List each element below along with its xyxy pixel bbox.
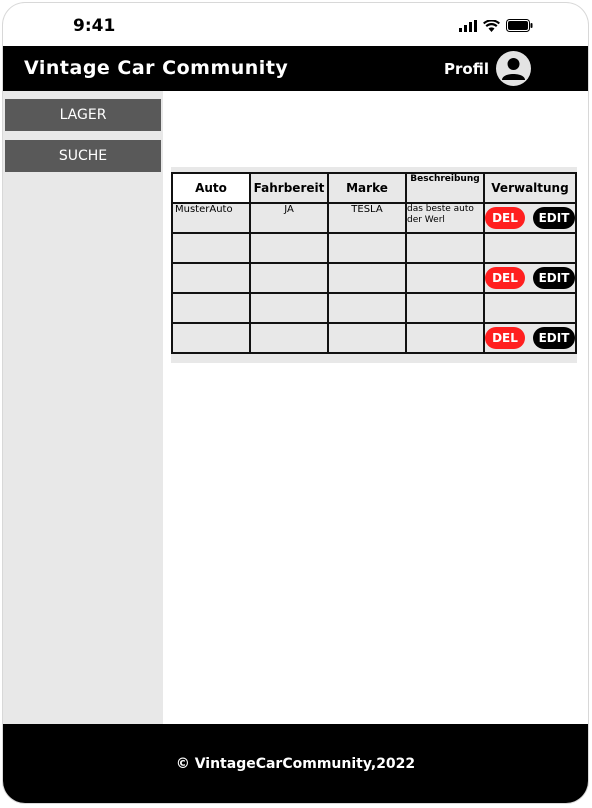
sidebar-item-suche[interactable]: SUCHE	[5, 140, 161, 172]
sidebar-item-label: SUCHE	[58, 148, 108, 164]
cell-auto	[171, 262, 251, 294]
app-header: Vintage Car Community Profil	[3, 46, 588, 91]
cell-beschreibung: das beste auto der Werl	[405, 202, 485, 234]
cell-actions: DEL EDIT	[483, 262, 577, 294]
cell-marke	[327, 322, 407, 354]
cell-actions	[483, 292, 577, 324]
app-footer: © VintageCarCommunity,2022	[3, 724, 588, 803]
table-row	[171, 292, 577, 324]
car-table-panel: Auto Fahrbereit Marke Beschreibung Verwa…	[171, 167, 577, 363]
table-row: DEL EDIT	[171, 262, 577, 294]
edit-button[interactable]: EDIT	[533, 327, 574, 349]
edit-button[interactable]: EDIT	[533, 267, 574, 289]
cell-fahrbereit	[249, 322, 329, 354]
table-header-row: Auto Fahrbereit Marke Beschreibung Verwa…	[171, 172, 577, 204]
cell-auto: MusterAuto	[171, 202, 251, 234]
profile-link[interactable]: Profil	[444, 60, 489, 78]
avatar[interactable]	[496, 51, 531, 86]
cell-beschreibung	[405, 232, 485, 264]
status-time: 9:41	[73, 16, 116, 36]
user-icon	[502, 58, 525, 80]
delete-button[interactable]: DEL	[486, 207, 525, 229]
app-title: Vintage Car Community	[24, 57, 289, 79]
sidebar-item-lager[interactable]: LAGER	[5, 99, 161, 131]
status-bar: 9:41	[3, 3, 588, 47]
cell-fahrbereit	[249, 292, 329, 324]
cell-marke	[327, 232, 407, 264]
main-content: Auto Fahrbereit Marke Beschreibung Verwa…	[163, 91, 588, 724]
table-row	[171, 232, 577, 264]
cell-marke	[327, 292, 407, 324]
sidebar-item-label: LAGER	[59, 107, 107, 123]
car-table: Auto Fahrbereit Marke Beschreibung Verwa…	[171, 172, 577, 354]
cell-auto	[171, 232, 251, 264]
cell-fahrbereit	[249, 232, 329, 264]
cell-beschreibung	[405, 322, 485, 354]
table-row: MusterAuto JA TESLA das beste auto der W…	[171, 202, 577, 234]
cell-actions: DEL EDIT	[483, 202, 577, 234]
battery-icon	[506, 19, 533, 32]
cell-marke: TESLA	[327, 202, 407, 234]
cell-marke	[327, 262, 407, 294]
signal-icon	[459, 20, 477, 32]
cell-auto	[171, 292, 251, 324]
cell-beschreibung	[405, 292, 485, 324]
edit-button[interactable]: EDIT	[533, 207, 574, 229]
sidebar: LAGER SUCHE	[3, 91, 163, 724]
column-header-beschreibung: Beschreibung	[405, 172, 485, 204]
column-header-auto: Auto	[171, 172, 251, 204]
cell-beschreibung	[405, 262, 485, 294]
table-row: DEL EDIT	[171, 322, 577, 354]
cell-fahrbereit: JA	[249, 202, 329, 234]
phone-frame: 9:41 Vintage Car Community Profil LAGER …	[3, 3, 588, 803]
cell-actions	[483, 232, 577, 264]
delete-button[interactable]: DEL	[486, 327, 525, 349]
cell-actions: DEL EDIT	[483, 322, 577, 354]
column-header-fahrbereit: Fahrbereit	[249, 172, 329, 204]
wifi-icon	[483, 20, 500, 32]
cell-fahrbereit	[249, 262, 329, 294]
column-header-marke: Marke	[327, 172, 407, 204]
delete-button[interactable]: DEL	[486, 267, 525, 289]
cell-auto	[171, 322, 251, 354]
status-icons	[459, 19, 533, 32]
footer-copyright: © VintageCarCommunity,2022	[175, 755, 416, 772]
column-header-verwaltung: Verwaltung	[483, 172, 577, 204]
